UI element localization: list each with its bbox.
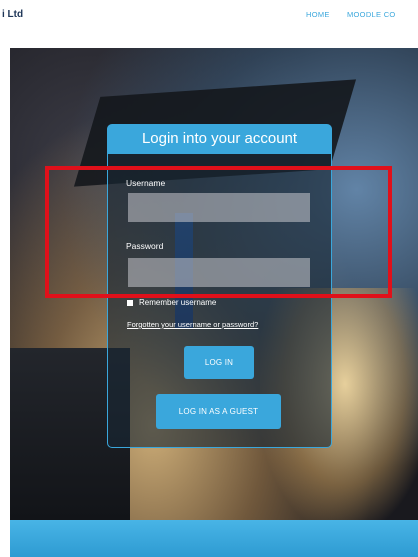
remember-username-label: Remember username <box>139 298 217 307</box>
login-button[interactable]: LOG IN <box>184 346 254 379</box>
top-header: i Ltd HOME MOODLE CO <box>0 0 418 34</box>
site-brand[interactable]: i Ltd <box>2 9 23 20</box>
highlight-box <box>45 166 392 298</box>
login-panel-header: Login into your account <box>107 124 332 154</box>
login-title: Login into your account <box>141 130 298 147</box>
guest-login-button[interactable]: LOG IN AS A GUEST <box>156 394 281 429</box>
nav-home-link[interactable]: HOME <box>306 10 330 19</box>
nav-moodle-link[interactable]: MOODLE CO <box>347 10 418 19</box>
forgot-credentials-link[interactable]: Forgotten your username or password? <box>127 320 258 329</box>
footer-band <box>10 520 418 557</box>
remember-username-checkbox[interactable] <box>127 299 133 306</box>
remember-username-row[interactable]: Remember username <box>127 298 216 307</box>
page: i Ltd HOME MOODLE CO Login into your acc… <box>0 0 418 557</box>
